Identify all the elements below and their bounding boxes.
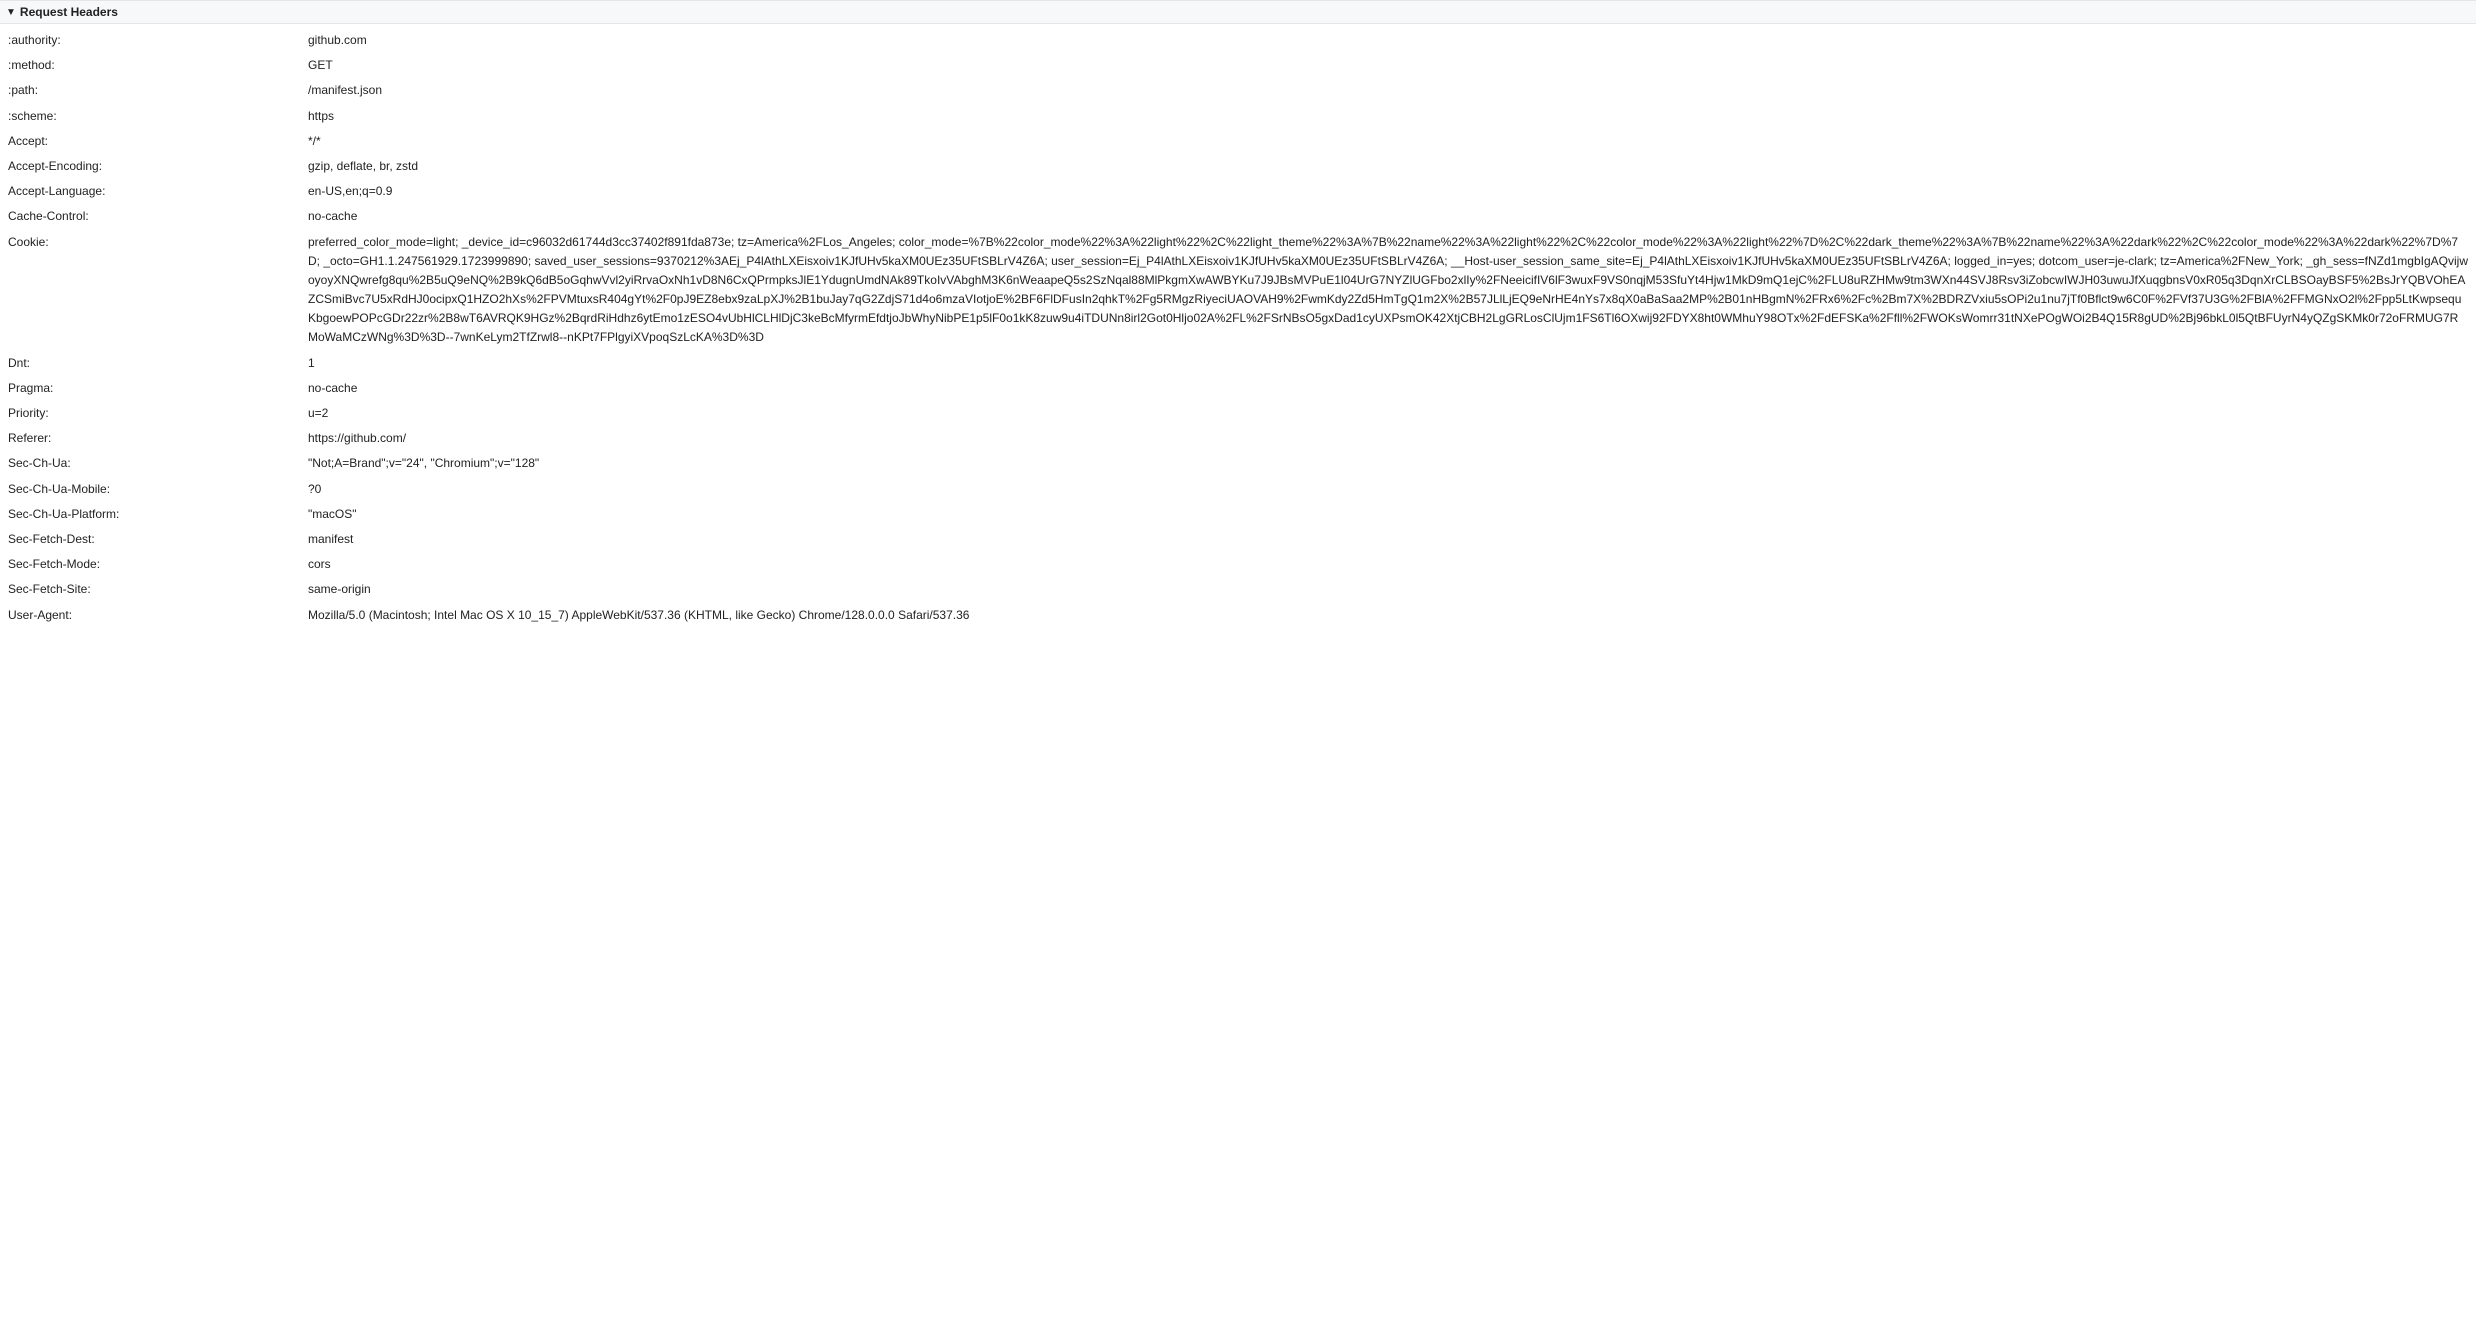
- header-value: same-origin: [308, 580, 2468, 599]
- header-value: https://github.com/: [308, 429, 2468, 448]
- request-headers-section-toggle[interactable]: ▼ Request Headers: [0, 0, 2476, 24]
- header-row: User-Agent:Mozilla/5.0 (Macintosh; Intel…: [0, 603, 2476, 628]
- header-value: https: [308, 107, 2468, 126]
- header-row: Sec-Ch-Ua-Mobile:?0: [0, 477, 2476, 502]
- header-row: :scheme:https: [0, 104, 2476, 129]
- header-value: gzip, deflate, br, zstd: [308, 157, 2468, 176]
- header-value: github.com: [308, 31, 2468, 50]
- header-row: Sec-Ch-Ua:"Not;A=Brand";v="24", "Chromiu…: [0, 451, 2476, 476]
- header-row: Sec-Ch-Ua-Platform:"macOS": [0, 502, 2476, 527]
- header-row: Accept-Language:en-US,en;q=0.9: [0, 179, 2476, 204]
- header-row: Cache-Control:no-cache: [0, 204, 2476, 229]
- header-row: Accept-Encoding:gzip, deflate, br, zstd: [0, 154, 2476, 179]
- header-name: Dnt:: [8, 354, 308, 373]
- header-name: Cookie:: [8, 233, 308, 252]
- header-name: Sec-Fetch-Site:: [8, 580, 308, 599]
- header-row: Cookie:preferred_color_mode=light; _devi…: [0, 230, 2476, 351]
- header-name: Accept-Language:: [8, 182, 308, 201]
- section-title: Request Headers: [20, 5, 118, 19]
- header-name: Priority:: [8, 404, 308, 423]
- header-row: Sec-Fetch-Dest:manifest: [0, 527, 2476, 552]
- header-value: no-cache: [308, 207, 2468, 226]
- header-name: Pragma:: [8, 379, 308, 398]
- header-name: Referer:: [8, 429, 308, 448]
- header-name: :path:: [8, 81, 308, 100]
- header-value: GET: [308, 56, 2468, 75]
- header-value: no-cache: [308, 379, 2468, 398]
- header-name: Sec-Fetch-Mode:: [8, 555, 308, 574]
- header-value: /manifest.json: [308, 81, 2468, 100]
- header-row: :authority:github.com: [0, 28, 2476, 53]
- header-value: "macOS": [308, 505, 2468, 524]
- header-value: en-US,en;q=0.9: [308, 182, 2468, 201]
- header-row: Sec-Fetch-Mode:cors: [0, 552, 2476, 577]
- header-value: */*: [308, 132, 2468, 151]
- header-value: "Not;A=Brand";v="24", "Chromium";v="128": [308, 454, 2468, 473]
- header-row: Accept:*/*: [0, 129, 2476, 154]
- header-value: 1: [308, 354, 2468, 373]
- header-value: preferred_color_mode=light; _device_id=c…: [308, 233, 2468, 348]
- header-row: Dnt:1: [0, 351, 2476, 376]
- header-row: :method:GET: [0, 53, 2476, 78]
- header-row: Priority:u=2: [0, 401, 2476, 426]
- header-value: cors: [308, 555, 2468, 574]
- header-name: User-Agent:: [8, 606, 308, 625]
- disclosure-triangle-icon: ▼: [6, 7, 16, 18]
- header-name: Cache-Control:: [8, 207, 308, 226]
- header-name: Accept-Encoding:: [8, 157, 308, 176]
- header-name: Sec-Ch-Ua:: [8, 454, 308, 473]
- header-name: Sec-Ch-Ua-Platform:: [8, 505, 308, 524]
- header-name: :authority:: [8, 31, 308, 50]
- header-value: ?0: [308, 480, 2468, 499]
- header-row: Referer:https://github.com/: [0, 426, 2476, 451]
- header-name: :scheme:: [8, 107, 308, 126]
- header-value: u=2: [308, 404, 2468, 423]
- header-name: :method:: [8, 56, 308, 75]
- request-headers-list: :authority:github.com:method:GET:path:/m…: [0, 24, 2476, 634]
- header-name: Accept:: [8, 132, 308, 151]
- header-value: manifest: [308, 530, 2468, 549]
- header-row: :path:/manifest.json: [0, 78, 2476, 103]
- header-name: Sec-Fetch-Dest:: [8, 530, 308, 549]
- header-name: Sec-Ch-Ua-Mobile:: [8, 480, 308, 499]
- header-row: Sec-Fetch-Site:same-origin: [0, 577, 2476, 602]
- header-value: Mozilla/5.0 (Macintosh; Intel Mac OS X 1…: [308, 606, 2468, 625]
- header-row: Pragma:no-cache: [0, 376, 2476, 401]
